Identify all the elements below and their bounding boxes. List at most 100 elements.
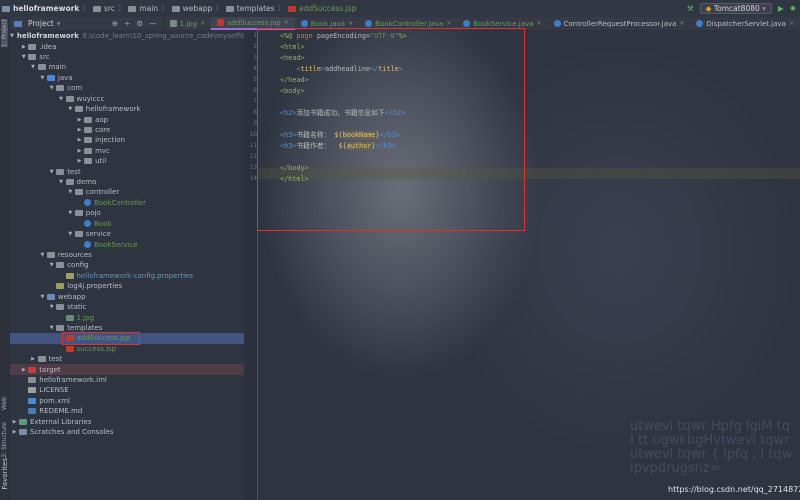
gear-icon[interactable]: ⚙ bbox=[136, 19, 143, 28]
editor-tab[interactable]: DispatcherServlet.java × bbox=[690, 17, 800, 30]
tree-item[interactable]: ▼ config bbox=[10, 260, 244, 270]
collapse-arrow-icon[interactable]: ▶ bbox=[75, 137, 84, 143]
hide-icon[interactable]: — bbox=[149, 19, 157, 28]
tree-item[interactable]: ▼ main bbox=[10, 62, 244, 72]
expand-arrow-icon[interactable]: ▼ bbox=[10, 33, 14, 39]
tree-item[interactable]: helloframework-config.properties bbox=[10, 271, 244, 281]
tree-item[interactable]: ▶ .idea bbox=[10, 41, 244, 51]
side-tab-favorites[interactable]: Favorites bbox=[1, 458, 9, 490]
tree-item[interactable]: ▼ resources bbox=[10, 250, 244, 260]
expand-arrow-icon[interactable]: ▼ bbox=[47, 262, 56, 268]
tree-item[interactable]: ▶ mvc bbox=[10, 146, 244, 156]
close-tab-icon[interactable]: × bbox=[789, 20, 794, 27]
side-tab-web[interactable]: Web bbox=[1, 397, 8, 410]
collapse-arrow-icon[interactable]: ▶ bbox=[75, 117, 84, 123]
close-tab-icon[interactable]: × bbox=[348, 20, 353, 27]
expand-arrow-icon[interactable]: ▼ bbox=[66, 189, 75, 195]
expand-arrow-icon[interactable]: ▼ bbox=[66, 106, 75, 112]
project-panel-title[interactable]: Project bbox=[28, 19, 54, 28]
tree-item[interactable]: REDEME.md bbox=[10, 406, 244, 416]
tree-item[interactable]: ▼ webapp bbox=[10, 292, 244, 302]
close-tab-icon[interactable]: × bbox=[679, 20, 684, 27]
tree-item[interactable]: ▼ wuyiccc bbox=[10, 94, 244, 104]
tree-item[interactable]: ▼ java bbox=[10, 73, 244, 83]
tree-item[interactable]: ▶ core bbox=[10, 125, 244, 135]
tree-item[interactable]: ▼ test bbox=[10, 166, 244, 176]
tree-item-label: test bbox=[48, 355, 63, 364]
collapse-arrow-icon[interactable]: ▶ bbox=[19, 367, 28, 373]
expand-arrow-icon[interactable]: ▼ bbox=[38, 75, 47, 81]
tree-item[interactable]: helloframework.iml bbox=[10, 375, 244, 385]
class-icon bbox=[463, 20, 471, 27]
editor-tab[interactable]: ControllerRequestProcessor.java × bbox=[548, 17, 691, 30]
breadcrumb-item[interactable]: helloframework bbox=[13, 4, 79, 13]
folder-icon bbox=[92, 5, 101, 12]
tree-item[interactable]: ▼ src bbox=[10, 52, 244, 62]
tree-item[interactable]: BookController bbox=[10, 198, 244, 208]
tree-item[interactable]: ▼ controller bbox=[10, 187, 244, 197]
collapse-arrow-icon[interactable]: ▶ bbox=[75, 148, 84, 154]
collapse-arrow-icon[interactable]: ▶ bbox=[29, 356, 38, 362]
tree-item[interactable]: success.jsp bbox=[10, 344, 244, 354]
tree-item[interactable]: ▶ util bbox=[10, 156, 244, 166]
side-tab-structure[interactable]: 2: Structure bbox=[1, 422, 8, 458]
side-tab-project[interactable]: 1: Project bbox=[1, 19, 8, 48]
close-tab-icon[interactable]: × bbox=[284, 19, 289, 26]
run-icon[interactable]: ▶ bbox=[778, 4, 784, 13]
tree-item[interactable]: 1.jpg bbox=[10, 312, 244, 322]
expand-arrow-icon[interactable]: ▼ bbox=[47, 325, 56, 331]
tree-item[interactable]: ▶ External Libraries bbox=[10, 417, 244, 427]
image-icon bbox=[65, 314, 74, 321]
collapse-arrow-icon[interactable]: ▶ bbox=[75, 127, 84, 133]
run-config-select[interactable]: ◆ Tomcat8080 ▾ bbox=[699, 3, 772, 14]
breadcrumb-item[interactable]: webapp bbox=[183, 4, 213, 13]
tree-item[interactable]: ▼ helloframework E:\code_learn\10_spring_s… bbox=[10, 31, 244, 41]
expand-arrow-icon[interactable]: ▼ bbox=[57, 96, 66, 102]
expand-arrow-icon[interactable]: ▼ bbox=[38, 294, 47, 300]
collapse-arrow-icon[interactable]: ▶ bbox=[10, 419, 19, 425]
tree-item[interactable]: ▶ test bbox=[10, 354, 244, 364]
tree-item[interactable]: ▶ Scratches and Consoles bbox=[10, 427, 244, 437]
tree-item[interactable]: ▼ pojo bbox=[10, 208, 244, 218]
expand-arrow-icon[interactable]: ▼ bbox=[47, 304, 56, 310]
expand-arrow-icon[interactable]: ▼ bbox=[19, 54, 28, 60]
locate-icon[interactable]: ⊕ bbox=[112, 19, 118, 28]
collapse-arrow-icon[interactable]: ▶ bbox=[75, 158, 84, 164]
line-number: 14 bbox=[249, 175, 257, 182]
close-tab-icon[interactable]: × bbox=[200, 20, 205, 27]
build-hammer-icon[interactable]: ⚒ bbox=[687, 4, 694, 13]
expand-arrow-icon[interactable]: ▼ bbox=[47, 169, 56, 175]
tree-item-label: src bbox=[39, 53, 50, 62]
editor-tab[interactable]: 1.jpg × bbox=[164, 17, 212, 30]
tree-item[interactable]: ▼ service bbox=[10, 229, 244, 239]
tree-item[interactable]: ▼ com bbox=[10, 83, 244, 93]
expand-arrow-icon[interactable]: ▼ bbox=[29, 64, 38, 70]
tree-item[interactable]: ▼ helloframework bbox=[10, 104, 244, 114]
breadcrumb-item[interactable]: src bbox=[104, 4, 115, 13]
breadcrumb-item[interactable]: templates bbox=[237, 4, 275, 13]
breadcrumb-item[interactable]: main bbox=[139, 4, 158, 13]
tree-item[interactable]: ▼ static bbox=[10, 302, 244, 312]
expand-arrow-icon[interactable]: ▼ bbox=[66, 210, 75, 216]
tree-item[interactable]: pom.xml bbox=[10, 396, 244, 406]
close-tab-icon[interactable]: × bbox=[536, 20, 541, 27]
tree-item[interactable]: ▶ injection bbox=[10, 135, 244, 145]
breadcrumb-item[interactable]: addSuccess.jsp bbox=[299, 4, 356, 13]
debug-icon[interactable]: ✹ bbox=[790, 4, 796, 13]
collapse-arrow-icon[interactable]: ▶ bbox=[10, 429, 19, 435]
expand-arrow-icon[interactable]: ▼ bbox=[47, 85, 56, 91]
tree-item[interactable]: Book bbox=[10, 219, 244, 229]
tree-item[interactable]: ▶ target bbox=[10, 364, 244, 375]
tree-item[interactable]: ▼ demo bbox=[10, 177, 244, 187]
tree-item[interactable]: LICENSE bbox=[10, 385, 244, 395]
tree-item[interactable]: BookService bbox=[10, 239, 244, 249]
expand-arrow-icon[interactable]: ▼ bbox=[38, 252, 47, 258]
tree-item[interactable]: log4j.properties bbox=[10, 281, 244, 291]
tree-item[interactable]: ▶ aop bbox=[10, 114, 244, 124]
breadcrumb: helloframework 〉 src 〉 main 〉 webapp 〉 templates… bbox=[2, 3, 356, 14]
close-tab-icon[interactable]: × bbox=[446, 20, 451, 27]
collapse-arrow-icon[interactable]: ▶ bbox=[19, 44, 28, 50]
expand-arrow-icon[interactable]: ▼ bbox=[66, 231, 75, 237]
expand-arrow-icon[interactable]: ▼ bbox=[57, 179, 66, 185]
collapse-icon[interactable]: ÷ bbox=[124, 19, 130, 28]
